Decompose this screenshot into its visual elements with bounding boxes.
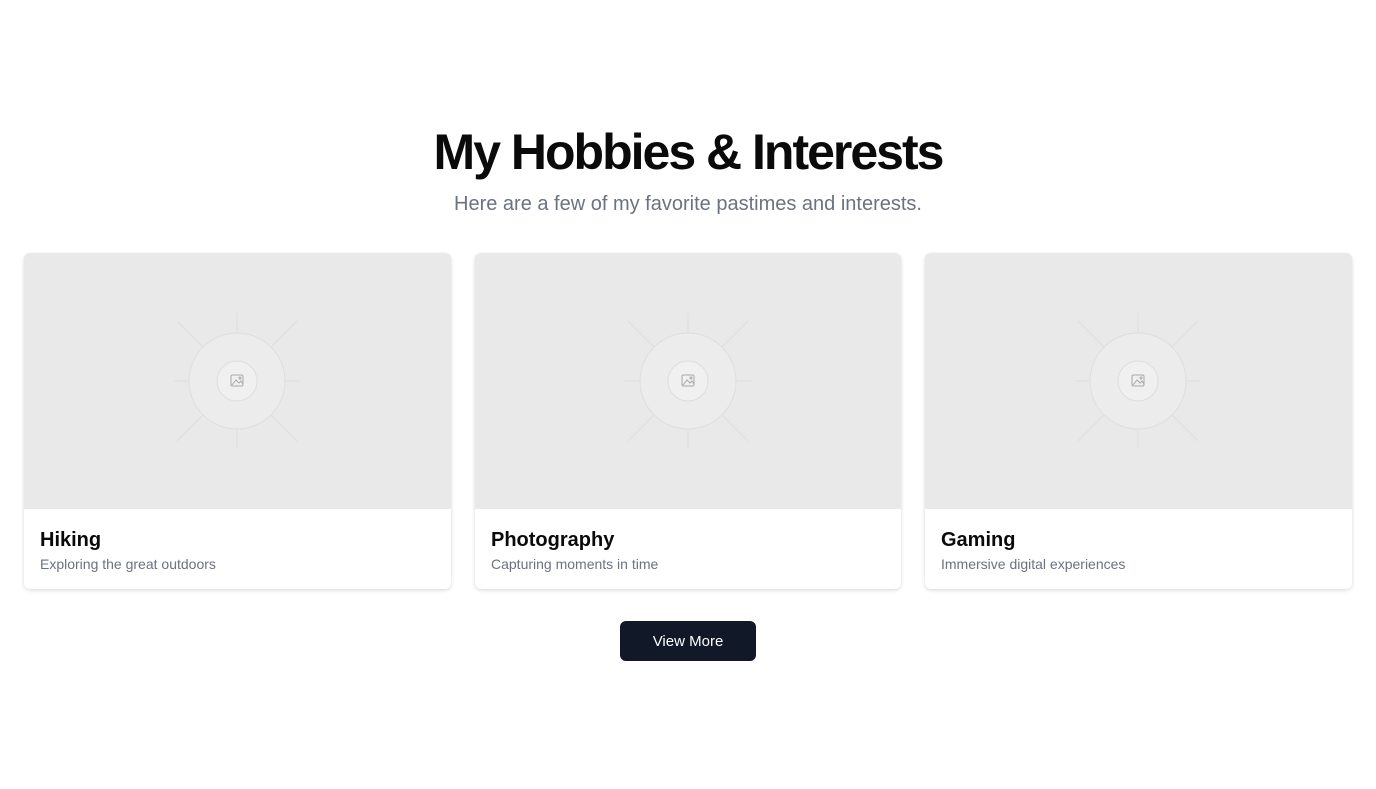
card-title: Gaming (941, 529, 1016, 551)
card-image-placeholder (24, 253, 451, 509)
card-description: Exploring the great outdoors (40, 556, 216, 572)
hobby-card-list: Hiking Exploring the great outdoors Phot… (24, 253, 1352, 589)
hobby-card-hiking[interactable]: Hiking Exploring the great outdoors (24, 253, 451, 589)
hobby-card-photography[interactable]: Photography Capturing moments in time (475, 253, 901, 589)
view-more-button[interactable]: View More (620, 621, 756, 661)
card-description: Capturing moments in time (491, 556, 659, 572)
card-image-placeholder (925, 253, 1352, 509)
card-title: Photography (491, 529, 615, 551)
hobbies-section: My Hobbies & Interests Here are a few of… (0, 0, 1376, 789)
card-title: Hiking (40, 529, 102, 551)
hobby-card-gaming[interactable]: Gaming Immersive digital experiences (925, 253, 1352, 589)
card-description: Immersive digital experiences (941, 556, 1126, 572)
image-placeholder-icon (1075, 313, 1201, 449)
image-placeholder-icon (625, 313, 751, 449)
page-subtitle: Here are a few of my favorite pastimes a… (454, 193, 922, 215)
page-title: My Hobbies & Interests (433, 124, 945, 180)
image-placeholder-icon (174, 313, 300, 449)
card-image-placeholder (475, 253, 901, 509)
